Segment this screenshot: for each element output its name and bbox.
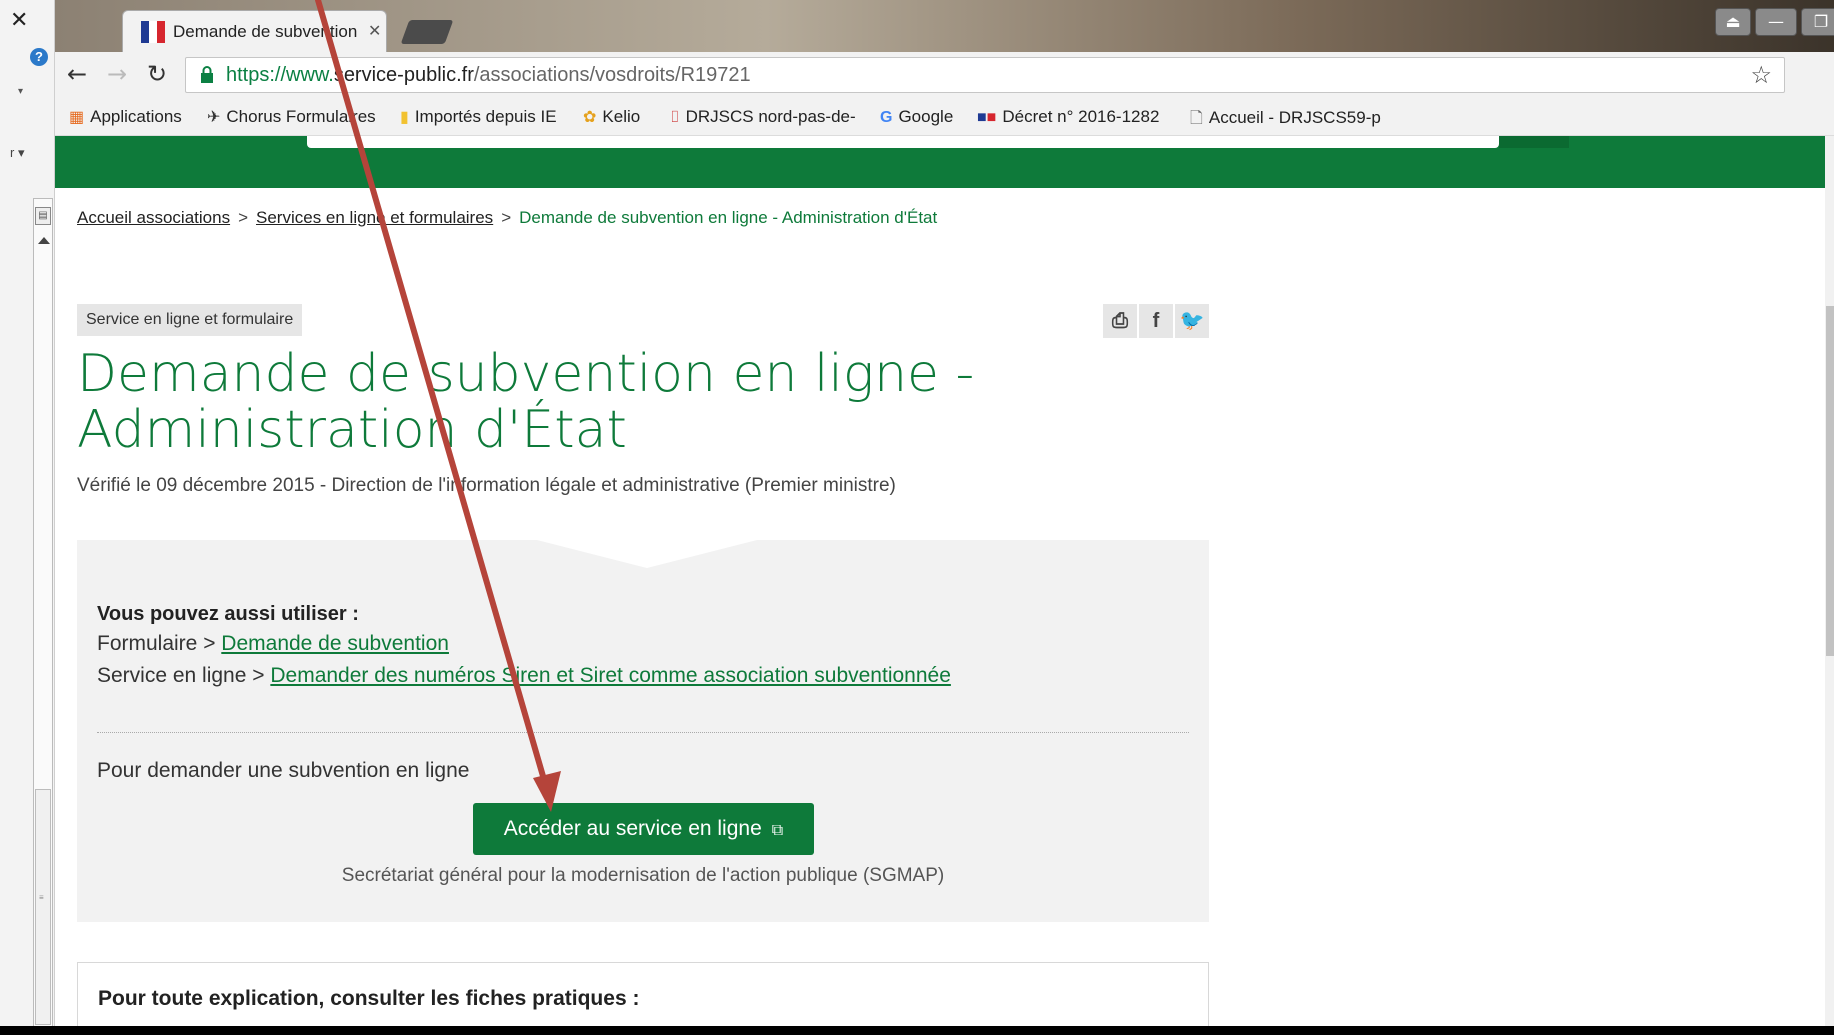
see-also-prefix: Formulaire > bbox=[97, 632, 222, 655]
see-also-form: Formulaire > Demande de subvention bbox=[97, 632, 449, 656]
bookmark-applications[interactable]: ▦ Applications bbox=[69, 107, 182, 127]
see-also-service: Service en ligne > Demander des numéros … bbox=[97, 664, 951, 688]
minimize-button[interactable]: — bbox=[1755, 8, 1797, 36]
breadcrumb-current: Demande de subvention en ligne - Adminis… bbox=[519, 208, 938, 227]
url-path: /associations/vosdroits/R19721 bbox=[473, 64, 751, 86]
breadcrumb-separator: > bbox=[501, 208, 512, 227]
web-page: Accueil associations > Services en ligne e… bbox=[55, 136, 1825, 1026]
verified-date: Vérifié le 09 décembre 2015 - Direction … bbox=[77, 475, 896, 496]
service-intro: Pour demander une subvention en ligne bbox=[97, 759, 470, 782]
grip-icon: ≡ bbox=[39, 893, 44, 902]
window-controls: ⏏ — ❐ ✕ bbox=[1715, 8, 1834, 38]
help-icon[interactable]: ? bbox=[30, 48, 48, 66]
fiches-box: Pour toute explication, consulter les fi… bbox=[77, 962, 1209, 1026]
bookmark-label: Kelio bbox=[602, 107, 641, 126]
favicon-flag-icon bbox=[141, 21, 165, 43]
bookmark-label: Applications bbox=[90, 107, 182, 126]
site-search-button[interactable] bbox=[1499, 136, 1569, 148]
drjscs-icon: ⌷ bbox=[670, 109, 680, 126]
breadcrumb-home-link[interactable]: Accueil associations bbox=[77, 208, 230, 227]
bookmark-kelio[interactable]: ✿ Kelio bbox=[583, 107, 640, 127]
facebook-icon[interactable]: f bbox=[1139, 304, 1173, 338]
page-title: Demande de subvention en ligne - Adminis… bbox=[77, 344, 975, 460]
google-icon: G bbox=[880, 109, 893, 126]
browser-tab[interactable]: Demande de subvention ✕ bbox=[122, 10, 387, 52]
new-tab-button[interactable] bbox=[400, 20, 454, 44]
kelio-icon: ✿ bbox=[583, 109, 597, 126]
scroll-up-icon[interactable] bbox=[38, 237, 50, 244]
bookmark-drjscs[interactable]: ⌷ DRJSCS nord-pas-de- bbox=[670, 107, 856, 127]
bookmark-importes[interactable]: ▮ Importés depuis IE bbox=[400, 107, 557, 127]
bookmark-label: Google bbox=[898, 107, 954, 126]
see-also-heading: Vous pouvez aussi utiliser : bbox=[97, 603, 359, 625]
chevron-down-icon[interactable]: ▾ bbox=[18, 86, 23, 97]
address-bar[interactable]: https://www.service-public.fr/associatio… bbox=[185, 57, 1785, 93]
background-window-strip: ✕ ? ▾ r ▾ ▤ ≡ bbox=[0, 0, 55, 1035]
bookmarks-bar: ▦ Applications ✈ Chorus Formulaires ▮ Impor… bbox=[55, 100, 1834, 136]
forward-icon[interactable]: → bbox=[107, 60, 127, 88]
browser-toolbar: ← → ↻ https://www.service-public.fr/asso… bbox=[55, 52, 1834, 100]
bookmark-label: Importés depuis IE bbox=[414, 107, 557, 126]
page-view-icon[interactable]: ▤ bbox=[35, 207, 51, 225]
twitter-icon[interactable]: 🐦 bbox=[1175, 304, 1209, 338]
close-icon[interactable]: ✕ bbox=[10, 8, 28, 33]
external-link-icon: ⧉ bbox=[771, 822, 784, 839]
back-icon[interactable]: ← bbox=[67, 60, 87, 88]
site-search-input[interactable] bbox=[307, 136, 1499, 148]
box-notch bbox=[537, 540, 757, 568]
maximize-button[interactable]: ❐ bbox=[1801, 8, 1834, 36]
breadcrumb-services-link[interactable]: Services en ligne et formulaires bbox=[256, 208, 493, 227]
folder-icon: ▮ bbox=[400, 109, 409, 126]
tab-title: Demande de subvention bbox=[173, 22, 358, 41]
divider bbox=[97, 732, 1189, 733]
siren-siret-link[interactable]: Demander des numéros Siren et Siret comm… bbox=[270, 664, 951, 687]
page-icon: 🗋 bbox=[1190, 110, 1203, 127]
print-icon[interactable]: ⎙ bbox=[1103, 304, 1137, 338]
breadcrumb: Accueil associations > Services en ligne e… bbox=[77, 208, 937, 228]
bookmark-star-icon[interactable]: ☆ bbox=[1750, 61, 1772, 90]
share-tools: ⎙ f 🐦 bbox=[1103, 304, 1209, 338]
scrollbar-thumb[interactable]: ≡ bbox=[35, 789, 51, 1025]
access-online-service-button[interactable]: Accéder au service en ligne ⧉ bbox=[473, 803, 814, 855]
url-domain: service-public.fr bbox=[333, 64, 474, 86]
page-scrollbar-thumb[interactable] bbox=[1826, 306, 1834, 656]
button-label: Accéder au service en ligne bbox=[503, 817, 762, 840]
bird-icon: ✈ bbox=[207, 109, 221, 126]
bookmark-google[interactable]: G Google bbox=[880, 107, 953, 127]
form-link[interactable]: Demande de subvention bbox=[221, 632, 449, 655]
fiches-heading: Pour toute explication, consulter les fi… bbox=[98, 987, 640, 1010]
user-icon[interactable]: ⏏ bbox=[1715, 8, 1751, 36]
bookmark-label: Chorus Formulaires bbox=[226, 107, 376, 126]
breadcrumb-separator: > bbox=[238, 208, 249, 227]
service-box: Vous pouvez aussi utiliser : Formulaire … bbox=[77, 540, 1209, 922]
see-also-prefix: Service en ligne > bbox=[97, 664, 271, 687]
tab-close-icon[interactable]: ✕ bbox=[368, 21, 381, 41]
category-tag: Service en ligne et formulaire bbox=[77, 304, 303, 336]
url-scheme: https://www. bbox=[226, 64, 334, 86]
title-bar: Demande de subvention ✕ ⏏ — ❐ ✕ bbox=[55, 0, 1834, 52]
bookmark-decret[interactable]: ■■ Décret n° 2016-1282 bbox=[977, 107, 1159, 127]
bottom-edge bbox=[0, 1026, 1834, 1035]
reload-icon[interactable]: ↻ bbox=[147, 60, 167, 88]
flag-icon: ■■ bbox=[977, 109, 997, 126]
bookmark-label: Décret n° 2016-1282 bbox=[1002, 107, 1160, 126]
bookmark-accueil[interactable]: 🗋 Accueil - DRJSCS59-p bbox=[1190, 107, 1381, 134]
lock-icon bbox=[201, 66, 213, 83]
bookmark-label: Accueil - DRJSCS59-p bbox=[1208, 108, 1381, 127]
url-text: https://www.service-public.fr/associatio… bbox=[226, 64, 751, 87]
bookmark-chorus[interactable]: ✈ Chorus Formulaires bbox=[207, 107, 376, 127]
background-scrollbar[interactable]: ▤ ≡ bbox=[33, 198, 53, 1028]
service-provider: Secrétariat général pour la modernisatio… bbox=[341, 865, 945, 886]
dropdown-icon[interactable]: r ▾ bbox=[10, 145, 24, 161]
bookmark-label: DRJSCS nord-pas-de- bbox=[685, 107, 856, 126]
page-scrollbar[interactable] bbox=[1825, 136, 1834, 1026]
apps-grid-icon: ▦ bbox=[69, 109, 85, 126]
menu-icon[interactable]: ⋮ bbox=[1825, 60, 1834, 86]
